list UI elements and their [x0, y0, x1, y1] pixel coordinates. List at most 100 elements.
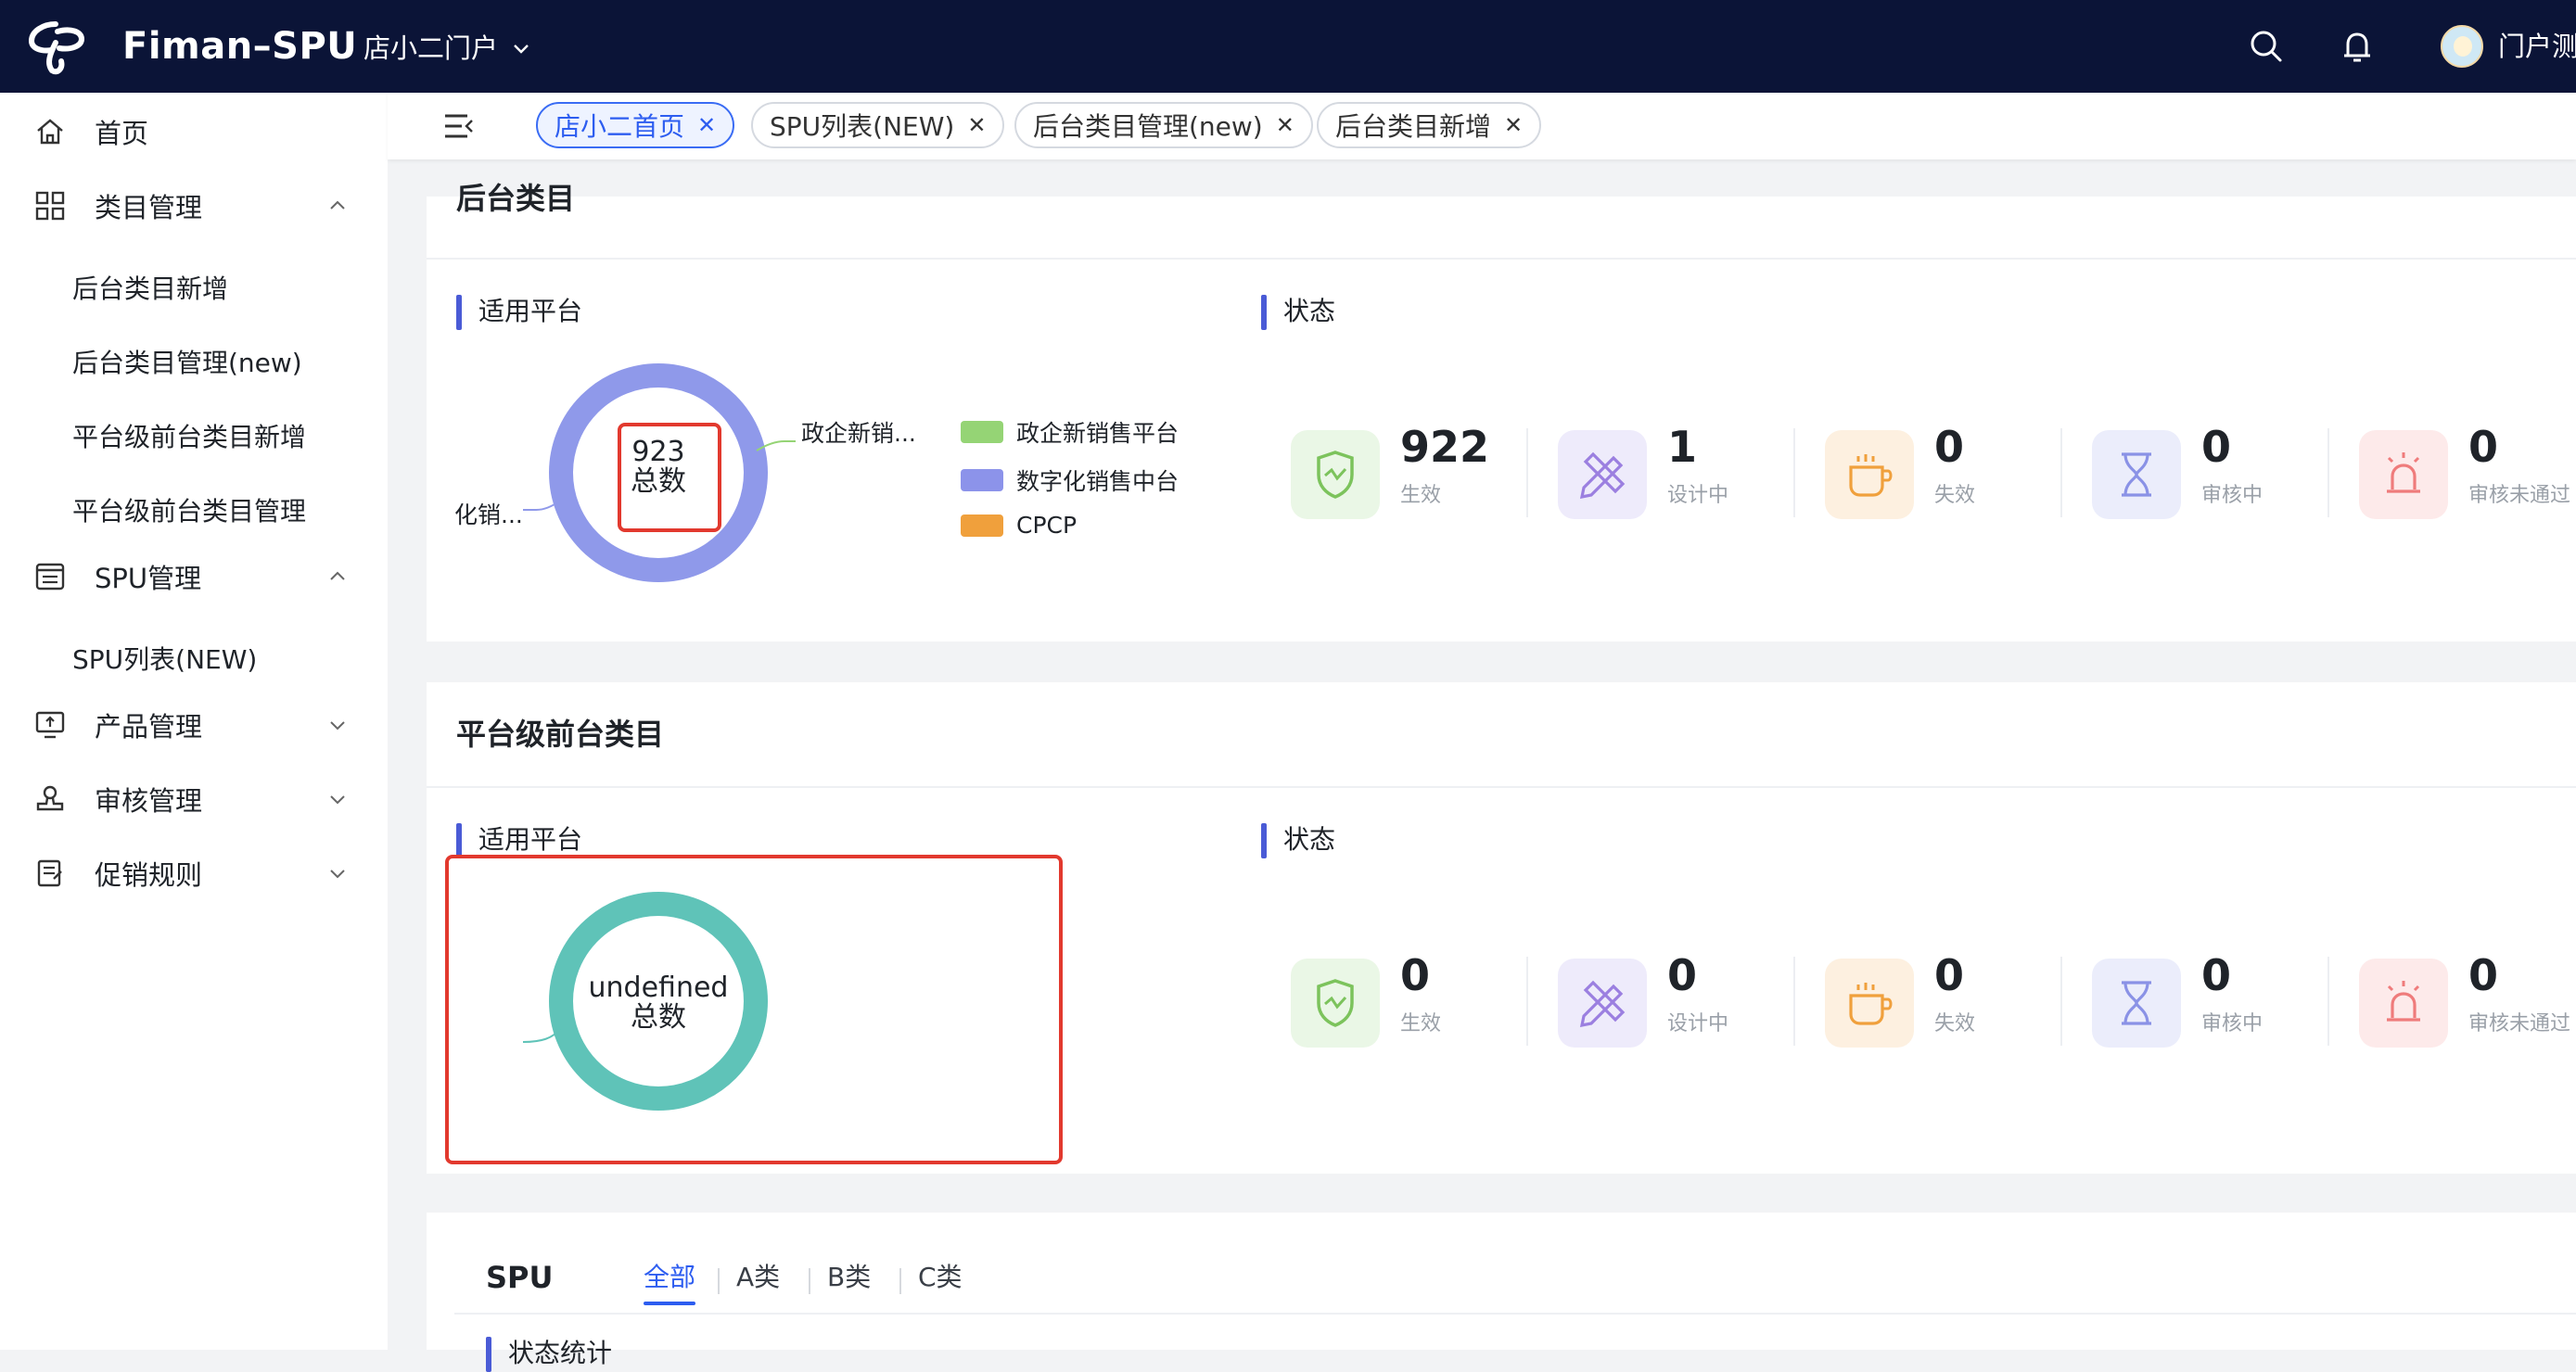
tab-backend-category-manage[interactable]: 后台类目管理(new) ✕: [1014, 102, 1313, 148]
spu-card: SPU 全部 A类 B类 C类 状态统计: [427, 1213, 2576, 1372]
chevron-down-icon: [330, 870, 345, 879]
donut-callout-right: 政企新销...: [801, 420, 916, 447]
close-icon[interactable]: ✕: [1276, 114, 1294, 136]
chevron-down-icon: [330, 721, 345, 730]
close-icon[interactable]: ✕: [967, 114, 986, 136]
stat-designing[interactable]: 1 设计中: [1558, 422, 1817, 519]
sidebar-item-label: SPU管理: [95, 563, 202, 594]
stat-designing[interactable]: 0 设计中: [1558, 950, 1817, 1048]
stat-value: 0: [1934, 950, 1965, 1000]
divider: [2327, 428, 2329, 517]
sidebar-item-audit[interactable]: 审核管理: [0, 766, 388, 832]
filter-tab-a[interactable]: A类: [736, 1259, 780, 1296]
portal-switcher[interactable]: 店小二门户: [363, 30, 531, 67]
sidebar-subitem-backend-category-add[interactable]: 后台类目新增: [72, 271, 228, 308]
stat-label: 设计中: [1667, 484, 1729, 507]
highlight-box: [618, 423, 721, 532]
sidebar-item-spu[interactable]: SPU管理: [0, 543, 388, 610]
filter-tab-b[interactable]: B类: [827, 1259, 871, 1296]
cup-icon: [1849, 983, 1893, 1025]
pencil-ruler-icon: [1579, 451, 1626, 500]
backend-category-card: 后台类目 适用平台 状态 923 总数 政企新销... 化销... 政企新销售平…: [427, 181, 2576, 642]
stat-icon-tile: [2092, 959, 2181, 1048]
sidebar-item-promotion[interactable]: 促销规则: [0, 840, 388, 907]
legend-label: CPCP: [1016, 512, 1078, 539]
sidebar-item-home[interactable]: 首页: [0, 98, 388, 165]
tab-spu-list[interactable]: SPU列表(NEW) ✕: [751, 102, 1005, 148]
sidebar-subitem-spu-list[interactable]: SPU列表(NEW): [72, 642, 257, 679]
section-title-platform: 适用平台: [478, 824, 583, 855]
telecom-logo-icon[interactable]: [24, 15, 87, 78]
stat-effective[interactable]: 922 生效: [1291, 422, 1550, 519]
close-icon[interactable]: ✕: [1504, 114, 1523, 136]
active-tab-indicator: [644, 1302, 695, 1305]
menu-collapse-icon[interactable]: [443, 111, 475, 141]
pencil-ruler-icon: [1579, 980, 1626, 1028]
sidebar-item-category[interactable]: 类目管理: [0, 172, 388, 239]
search-icon[interactable]: [2248, 28, 2285, 65]
stat-rejected[interactable]: 0 审核未通过: [2359, 950, 2576, 1048]
stat-invalid[interactable]: 0 失效: [1825, 950, 2085, 1048]
section-marker: [1261, 295, 1267, 330]
tab-label: 店小二首页: [555, 111, 685, 142]
alarm-icon: [2387, 452, 2420, 493]
stat-icon-tile: [2359, 959, 2448, 1048]
legend-item[interactable]: CPCP: [961, 512, 1077, 539]
chevron-up-icon: [330, 571, 345, 580]
section-title-status-stats: 状态统计: [508, 1338, 613, 1368]
stat-effective[interactable]: 0 生效: [1291, 950, 1550, 1048]
top-bar: Fiman–SPU 店小二门户 门户测: [0, 0, 2576, 93]
sidebar-item-product[interactable]: 产品管理: [0, 692, 388, 758]
stat-label: 失效: [1934, 1012, 1976, 1035]
sidebar: 首页 类目管理 后台类目新增 后台类目管理(new) 平台级前台类目新增 平台级…: [0, 93, 388, 1350]
stat-invalid[interactable]: 0 失效: [1825, 422, 2085, 519]
stat-rejected[interactable]: 0 审核未通过: [2359, 422, 2576, 519]
stamp-icon: [36, 785, 64, 811]
divider: [809, 1268, 810, 1294]
tab-label: 后台类目管理(new): [1033, 111, 1263, 142]
divider: [2060, 428, 2062, 517]
filter-tab-c[interactable]: C类: [918, 1259, 963, 1296]
sidebar-item-label: 首页: [95, 118, 149, 149]
sidebar-subitem-backend-category-manage[interactable]: 后台类目管理(new): [72, 345, 302, 382]
user-menu[interactable]: 门户测: [2441, 24, 2576, 69]
tab-backend-category-add[interactable]: 后台类目新增 ✕: [1317, 102, 1542, 148]
legend-swatch: [961, 514, 1003, 537]
close-icon[interactable]: ✕: [697, 114, 716, 136]
grid-icon: [35, 191, 65, 221]
filter-tab-all[interactable]: 全部: [644, 1259, 695, 1296]
divider: [427, 258, 2576, 260]
stat-icon-tile: [1558, 959, 1647, 1048]
sidebar-item-label: 审核管理: [95, 785, 203, 817]
chevron-up-icon: [330, 200, 345, 210]
sidebar-item-label: 促销规则: [95, 859, 203, 891]
legend-item[interactable]: 政企新销售平台: [961, 415, 1179, 449]
sidebar-item-label: 产品管理: [95, 711, 203, 743]
divider: [427, 786, 2576, 788]
stat-value: 0: [1667, 950, 1698, 1000]
legend-swatch: [961, 469, 1003, 491]
stat-reviewing[interactable]: 0 审核中: [2092, 950, 2352, 1048]
legend-label: 数字化销售中台: [1016, 468, 1180, 495]
stat-label: 审核未通过: [2468, 484, 2571, 507]
monitor-icon: [35, 711, 65, 739]
stat-label: 生效: [1400, 484, 1442, 507]
stat-value: 1: [1667, 422, 1698, 472]
cup-icon: [1849, 454, 1893, 497]
tab-home[interactable]: 店小二首页 ✕: [536, 102, 735, 148]
divider: [718, 1268, 720, 1294]
bell-icon[interactable]: [2339, 28, 2376, 65]
legend-item[interactable]: 数字化销售中台: [961, 464, 1179, 497]
divider: [1793, 957, 1795, 1046]
divider: [899, 1268, 901, 1294]
tab-strip: 店小二首页 ✕ SPU列表(NEW) ✕ 后台类目管理(new) ✕ 后台类目新…: [388, 93, 2576, 159]
sidebar-subitem-frontend-category-add[interactable]: 平台级前台类目新增: [72, 419, 306, 456]
section-marker: [456, 295, 462, 330]
divider: [2060, 957, 2062, 1046]
stat-reviewing[interactable]: 0 审核中: [2092, 422, 2352, 519]
divider: [1526, 428, 1528, 517]
stat-icon-tile: [1291, 430, 1380, 519]
stat-label: 审核中: [2201, 484, 2264, 507]
divider: [1526, 957, 1528, 1046]
sidebar-subitem-frontend-category-manage[interactable]: 平台级前台类目管理: [72, 493, 306, 530]
